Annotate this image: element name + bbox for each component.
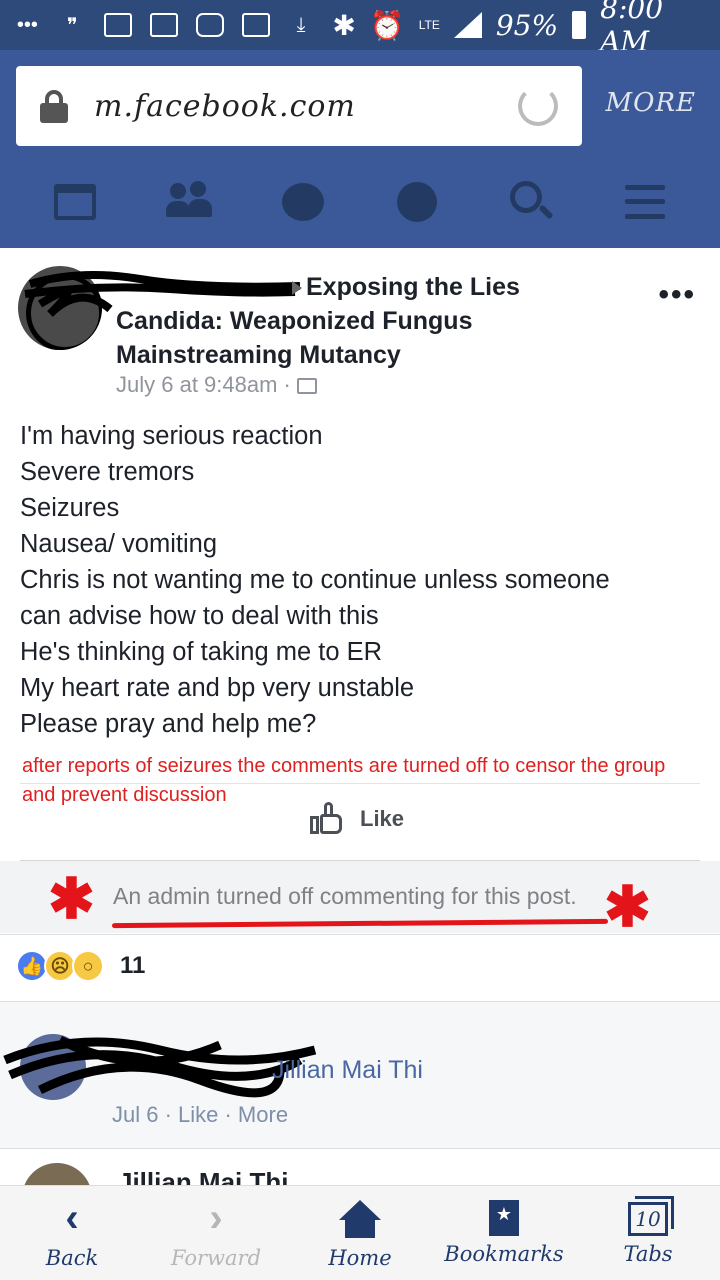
list-item: Jillian Mai Thi — [0, 1149, 720, 1185]
post-timestamp[interactable]: July 6 at 9:48am · — [116, 372, 317, 398]
post-line: He's thinking of taking me to ER — [20, 638, 383, 666]
red-asterisk-left: ✱ — [48, 867, 95, 930]
red-asterisk-right: ✱ — [604, 875, 651, 938]
home-button[interactable]: Home — [295, 1186, 425, 1280]
like-button[interactable]: Like — [310, 802, 404, 836]
download-icon: ⤓ — [296, 13, 306, 36]
post-body: I'm having serious reaction Severe tremo… — [20, 418, 700, 742]
messenger-icon[interactable] — [280, 179, 326, 225]
forward-button[interactable]: › Forward — [151, 1186, 281, 1280]
red-underline — [111, 918, 609, 929]
signal-icon — [453, 12, 482, 38]
tabs-button[interactable]: 10 Tabs — [583, 1186, 713, 1280]
lte-label: LTE — [418, 18, 440, 32]
chevron-left-icon: ‹ — [65, 1196, 79, 1240]
battery-icon — [572, 11, 587, 39]
list-item: Jillian Mai Thi Jul 6 · Like · More — [0, 1002, 720, 1148]
lock-icon — [40, 90, 68, 123]
reactions-summary[interactable]: 👍 ☹ ○ 11 — [16, 946, 145, 986]
post-line: Nausea/ vomiting — [20, 530, 218, 558]
divider — [0, 934, 720, 935]
post-line: Chris is not wanting me to continue unle… — [20, 566, 610, 594]
home-icon — [339, 1200, 381, 1240]
commenter-name[interactable]: Jillian Mai Thi — [118, 1167, 288, 1185]
url-field[interactable]: m.facebook.com — [16, 66, 582, 146]
status-bar: ••• ❞ ⤓ ✱ ⏰ LTE 95% 8:00 AM — [0, 0, 720, 58]
bluetooth-icon: ✱ — [332, 8, 356, 42]
post-line: Please pray and help me? — [20, 710, 317, 738]
back-button[interactable]: ‹ Back — [7, 1186, 137, 1280]
post-line: My heart rate and bp very unstable — [20, 674, 415, 702]
post-line: Seizures — [20, 494, 120, 522]
post-options-button[interactable]: ••• — [658, 278, 696, 312]
browser-toolbar: ‹ Back › Forward Home ★ Bookmarks 10 Tab… — [0, 1185, 720, 1280]
reload-icon[interactable] — [518, 86, 558, 126]
search-icon[interactable] — [508, 179, 554, 225]
bookmarks-button[interactable]: ★ Bookmarks — [439, 1186, 569, 1280]
comments-off-text: An admin turned off commenting for this … — [113, 883, 577, 909]
more-button[interactable]: MORE — [606, 88, 697, 118]
chat-bubble-icon: ❞ — [66, 14, 78, 37]
bookmark-star-icon: ★ — [489, 1200, 519, 1236]
facebook-nav-bar — [0, 155, 720, 248]
post-line: I'm having serious reaction — [20, 422, 323, 450]
post-header: Exposing the Lies Candida: Weaponized Fu… — [0, 256, 720, 406]
photo-email-icon — [149, 12, 178, 38]
more-notifications-icon: ••• — [16, 13, 38, 36]
arrow-right-icon — [292, 281, 302, 296]
menu-icon[interactable] — [622, 184, 668, 219]
url-text: m.facebook.com — [94, 88, 356, 124]
comment-meta[interactable]: Jul 6 · Like · More — [112, 1102, 288, 1128]
avatar[interactable] — [22, 1163, 92, 1185]
like-label: Like — [360, 806, 405, 831]
browser-address-bar: m.facebook.com MORE — [0, 50, 720, 155]
commenter-name[interactable]: Jillian Mai Thi — [272, 1056, 423, 1085]
comments-disabled-notice: ✱ An admin turned off commenting for thi… — [0, 861, 720, 938]
thumbs-up-icon — [310, 802, 344, 836]
gmail-icon — [241, 12, 270, 38]
group-audience-icon — [296, 378, 317, 395]
instagram-icon — [195, 12, 224, 38]
post-line: Severe tremors — [20, 458, 195, 486]
group-name[interactable]: Exposing the Lies Candida: Weaponized Fu… — [116, 270, 676, 372]
news-feed-icon[interactable] — [52, 179, 98, 225]
gallery-icon — [103, 12, 132, 38]
reaction-count: 11 — [120, 952, 146, 979]
divider — [20, 783, 700, 784]
notifications-globe-icon[interactable] — [394, 179, 440, 225]
chevron-right-icon: › — [209, 1196, 223, 1240]
tabs-icon: 10 — [628, 1196, 674, 1236]
battery-percent: 95% — [495, 8, 559, 42]
friend-requests-icon[interactable] — [166, 179, 212, 225]
post-line: can advise how to deal with this — [20, 602, 379, 630]
alarm-icon: ⏰ — [369, 8, 405, 42]
wow-reaction-icon: ○ — [72, 950, 104, 982]
